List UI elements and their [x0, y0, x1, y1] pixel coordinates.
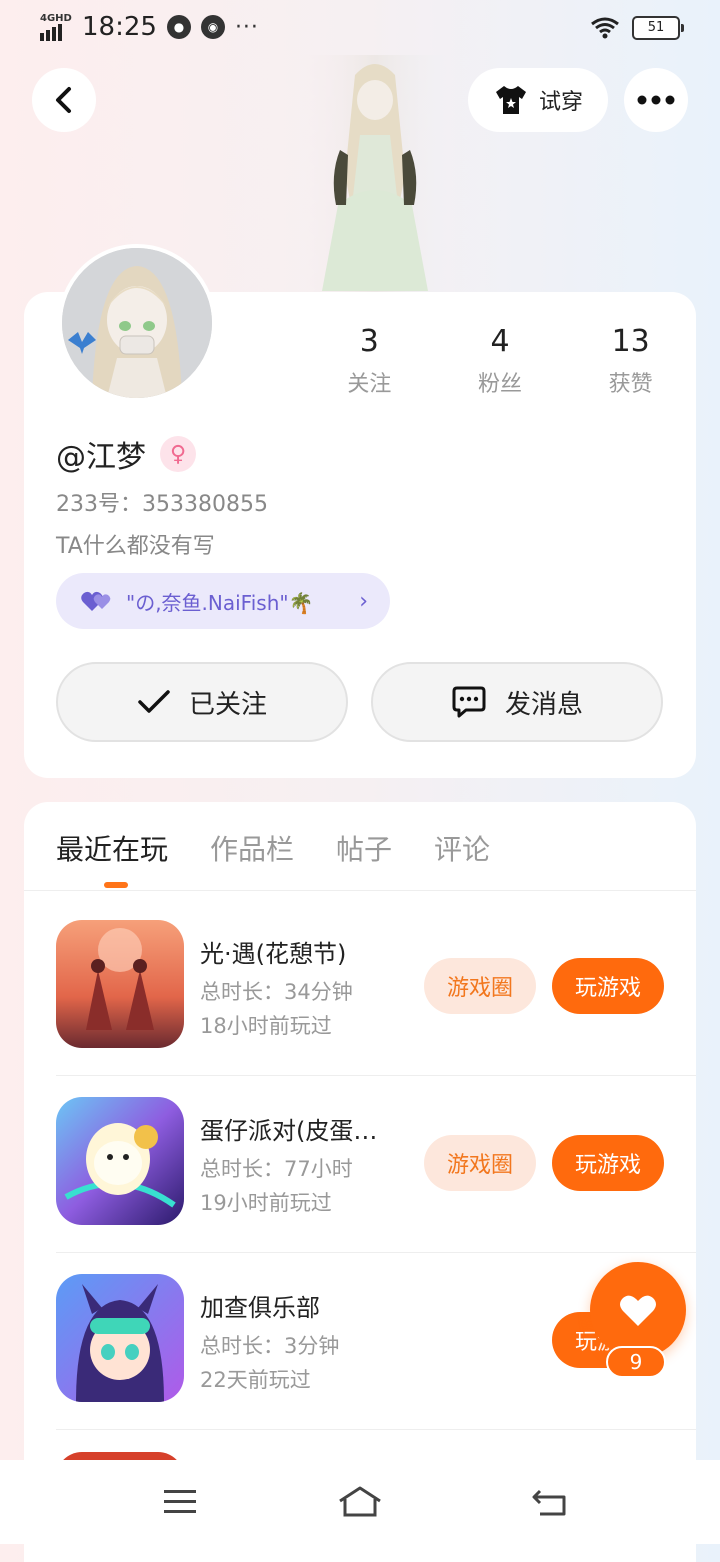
home-button[interactable] — [330, 1478, 390, 1526]
like-button[interactable] — [590, 1262, 686, 1358]
game-name: 加查俱乐部 — [200, 1294, 320, 1322]
send-message-label: 发消息 — [504, 689, 583, 720]
system-back-button[interactable] — [520, 1478, 580, 1526]
network-type: 4GHD — [40, 13, 72, 24]
female-gender-icon: ♀ — [160, 436, 196, 472]
more-notifications-icon: ··· — [234, 14, 259, 40]
likes-label: 获赞 — [608, 372, 653, 397]
relation-text: "の,奈鱼.NaiFish"🌴 — [126, 590, 314, 615]
wifi-icon — [591, 17, 619, 39]
game-icon-sky — [56, 920, 184, 1048]
tab-works[interactable]: 作品栏 — [210, 828, 294, 868]
recent-games-card: 最近在玩 作品栏 帖子 评论 光·遇(花憩节) 总时长：34分钟 18小时前玩过… — [24, 802, 696, 1562]
send-message-button[interactable]: 发消息 — [371, 662, 663, 742]
followed-label: 已关注 — [188, 689, 267, 720]
chevron-left-icon — [56, 87, 71, 113]
signal-icon: 4GHD — [40, 13, 72, 41]
tab-recently-played[interactable]: 最近在玩 — [56, 828, 168, 888]
row-divider — [56, 1429, 696, 1430]
game-duration: 总时长：34分钟 — [200, 980, 353, 1004]
status-left: 4GHD 18:25 ● ◉ ··· — [40, 12, 259, 42]
game-row[interactable]: 蛋仔派对(皮蛋… 总时长：77小时 19小时前玩过 游戏圈 玩游戏 — [56, 1077, 696, 1253]
stats-row: 3 关注 4 粉丝 13 获赞 — [304, 322, 696, 398]
home-icon — [339, 1486, 381, 1517]
menu-button[interactable] — [150, 1478, 210, 1526]
system-nav-bar — [0, 1460, 720, 1544]
menu-icon — [164, 1490, 196, 1513]
game-icon-eggy-party — [56, 1097, 184, 1225]
checkmark-icon — [138, 690, 170, 713]
character-figure — [300, 55, 450, 295]
user-id: 233号：353380855 — [56, 492, 268, 517]
app-notification-icon: ● — [166, 15, 191, 39]
audio-notification-icon: ◉ — [200, 15, 225, 39]
game-duration: 总时长：77小时 — [200, 1157, 353, 1181]
back-button[interactable] — [32, 68, 96, 132]
play-game-button[interactable]: 玩游戏 — [552, 958, 664, 1014]
return-icon — [532, 1489, 566, 1516]
row-divider — [56, 1252, 696, 1253]
stat-likes[interactable]: 13 获赞 — [565, 322, 696, 398]
game-circle-button[interactable]: 游戏圈 — [424, 958, 536, 1014]
play-game-button[interactable]: 玩游戏 — [552, 1135, 664, 1191]
username-row: @江梦 ♀ — [56, 432, 196, 476]
game-last-played: 19小时前玩过 — [200, 1191, 332, 1215]
tshirt-icon — [495, 86, 526, 114]
following-count: 3 — [359, 324, 379, 359]
stat-following[interactable]: 3 关注 — [304, 322, 435, 398]
game-circle-button[interactable]: 游戏圈 — [424, 1135, 536, 1191]
game-duration: 总时长：3分钟 — [200, 1334, 340, 1358]
row-divider — [56, 1075, 696, 1076]
avatar-image — [62, 248, 212, 398]
stat-fans[interactable]: 4 粉丝 — [435, 322, 566, 398]
fans-label: 粉丝 — [478, 372, 523, 397]
avatar[interactable] — [58, 244, 216, 402]
relation-pill[interactable]: "の,奈鱼.NaiFish"🌴 › — [56, 573, 390, 629]
game-name: 蛋仔派对(皮蛋… — [200, 1117, 378, 1145]
tab-divider — [24, 890, 696, 891]
try-on-label: 试穿 — [538, 90, 583, 115]
bio: TA什么都没有写 — [56, 534, 215, 559]
heart-icon — [620, 1295, 656, 1326]
game-row[interactable]: 光·遇(花憩节) 总时长：34分钟 18小时前玩过 游戏圈 玩游戏 — [56, 900, 696, 1076]
likes-count: 13 — [611, 324, 650, 359]
game-last-played: 18小时前玩过 — [200, 1014, 332, 1038]
status-time: 18:25 — [82, 12, 157, 42]
chevron-right-icon: › — [359, 588, 368, 614]
game-name: 光·遇(花憩节) — [200, 940, 347, 968]
try-on-button[interactable]: 试穿 — [468, 68, 608, 132]
status-bar: 4GHD 18:25 ● ◉ ··· 51 — [0, 0, 720, 56]
following-label: 关注 — [347, 372, 392, 397]
tab-comments[interactable]: 评论 — [434, 828, 490, 868]
chat-bubble-icon — [452, 686, 486, 718]
profile-tabs: 最近在玩 作品栏 帖子 评论 — [56, 828, 490, 888]
followed-button[interactable]: 已关注 — [56, 662, 348, 742]
fans-count: 4 — [490, 324, 510, 359]
game-icon-gacha-club — [56, 1274, 184, 1402]
status-right: 51 — [590, 16, 684, 40]
tab-posts[interactable]: 帖子 — [336, 828, 392, 868]
username: @江梦 — [56, 440, 146, 475]
battery-icon: 51 — [632, 16, 684, 40]
like-count-badge: 9 — [606, 1346, 666, 1378]
double-heart-icon — [81, 591, 111, 611]
more-button[interactable] — [624, 68, 688, 132]
game-last-played: 22天前玩过 — [200, 1368, 311, 1392]
more-dots-icon — [637, 95, 675, 105]
